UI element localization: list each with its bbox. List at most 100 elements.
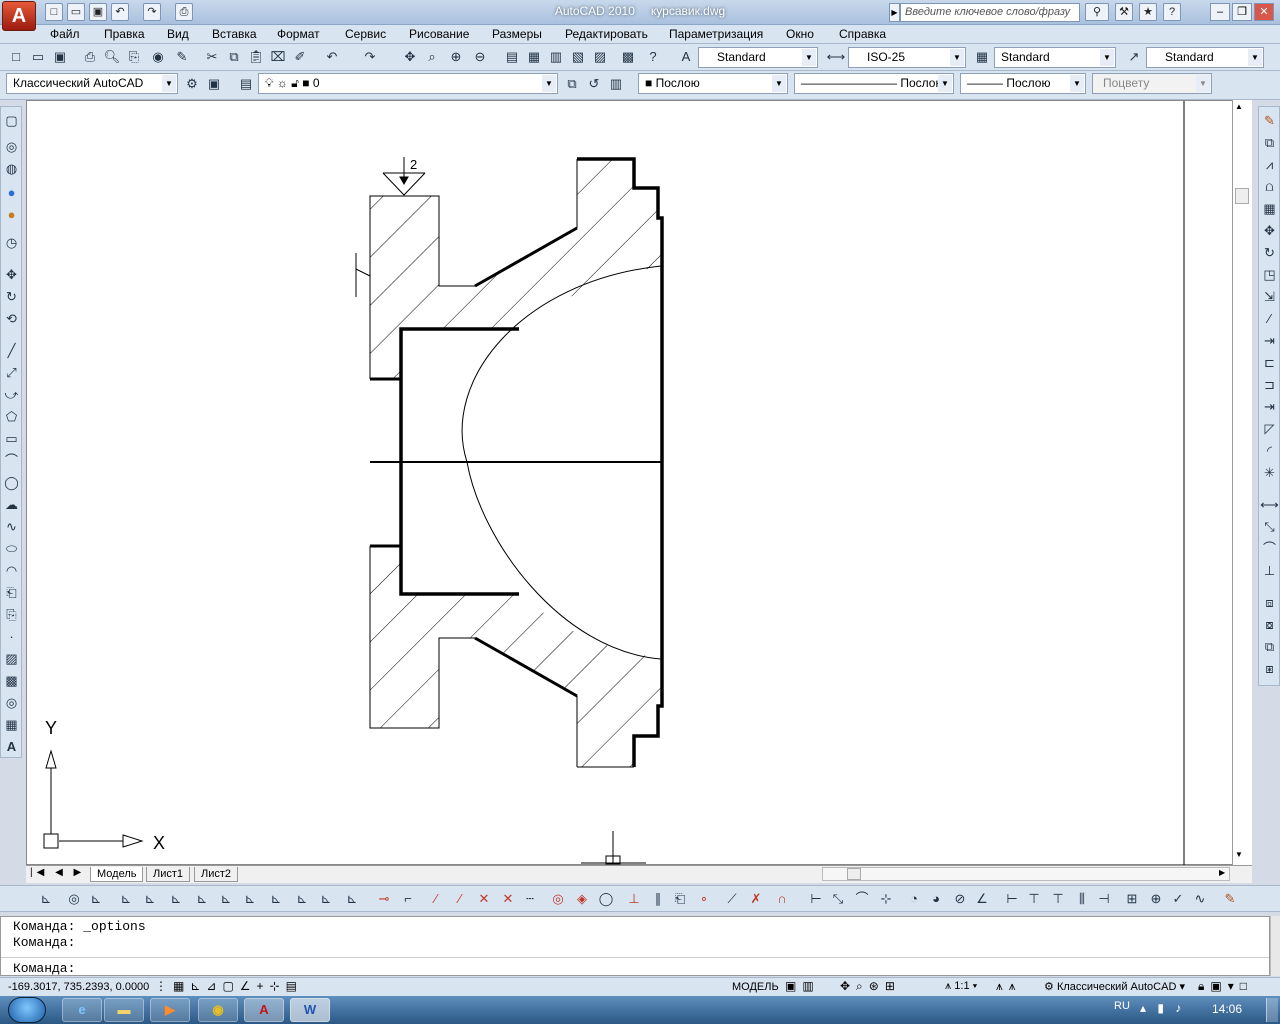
osnap-settings-icon[interactable]: ∩: [772, 889, 792, 909]
ucs-3point-icon[interactable]: ⊾: [192, 889, 212, 909]
dim-arc-length-icon[interactable]: ⌒: [852, 889, 872, 909]
break-at-point-icon[interactable]: ⊏: [1260, 353, 1279, 373]
ucs-view-icon[interactable]: ⊾: [266, 889, 286, 909]
join-icon[interactable]: ⇥: [1260, 397, 1279, 417]
scroll-right-icon[interactable]: ▶: [1219, 868, 1225, 877]
multileader-style-select[interactable]: Standard ▼: [1146, 47, 1264, 68]
scroll-down-icon[interactable]: ▼: [1235, 850, 1243, 859]
multileader-style-icon[interactable]: ↗: [1124, 47, 1144, 67]
table-icon[interactable]: ▦: [2, 715, 21, 735]
snap-parallel-icon[interactable]: ∥: [648, 889, 668, 909]
draworder-front-icon[interactable]: ⧈: [1260, 593, 1279, 613]
shade-sphere-icon[interactable]: ●: [2, 183, 21, 203]
design-center-icon[interactable]: ▦: [524, 47, 544, 67]
menu-dimension[interactable]: Размеры: [492, 27, 542, 41]
spline-icon[interactable]: ∿: [2, 517, 21, 537]
vertical-scrollbar[interactable]: ▲ ▼: [1232, 100, 1252, 865]
dim-style-icon[interactable]: ⟷: [826, 47, 846, 67]
scroll-thumb[interactable]: [1235, 188, 1249, 204]
search-expand-icon[interactable]: ▶: [889, 3, 900, 22]
snap-node-icon[interactable]: ∘: [694, 889, 714, 909]
tab-layout2[interactable]: Лист2: [194, 867, 239, 882]
annotation-visibility-icons[interactable]: ⩚⩚: [996, 979, 1022, 994]
snap-quadrant-icon[interactable]: ◈: [572, 889, 592, 909]
close-button[interactable]: ✕: [1254, 3, 1274, 21]
dim-diameter-icon[interactable]: ⊘: [950, 889, 970, 909]
markup-icon[interactable]: ▨: [590, 47, 610, 67]
hscroll-thumb[interactable]: [847, 868, 861, 880]
ellipse-arc-icon[interactable]: ◠: [2, 561, 21, 581]
zoom-realtime-icon[interactable]: ⌕: [422, 47, 442, 67]
camera-icon[interactable]: ◷: [2, 233, 21, 253]
snap-tangent-icon[interactable]: ◯: [596, 889, 616, 909]
save-icon[interactable]: ▣: [50, 47, 70, 67]
view-icon[interactable]: ◎: [64, 889, 84, 909]
ucs-origin-icon[interactable]: ⊾: [140, 889, 160, 909]
fillet-icon[interactable]: ◜: [1260, 441, 1279, 461]
block-editor-icon[interactable]: ✐: [290, 47, 310, 67]
stretch-icon[interactable]: ⇲: [1260, 287, 1279, 307]
dim-angular-icon[interactable]: ∠: [972, 889, 992, 909]
color-select[interactable]: ■ Послою ▼: [638, 73, 788, 94]
rotate-icon[interactable]: ↻: [1260, 243, 1279, 263]
publish-icon[interactable]: ⎘: [124, 47, 144, 67]
draworder-above-icon[interactable]: ⧉: [1260, 637, 1279, 657]
dim-aligned-icon[interactable]: ⤡: [1260, 517, 1279, 537]
extend-icon[interactable]: ⇥: [1260, 331, 1279, 351]
ucs-object-icon[interactable]: ⊾: [216, 889, 236, 909]
word-taskbar-icon[interactable]: W: [290, 998, 330, 1022]
menu-tools[interactable]: Сервис: [345, 27, 386, 41]
drafting-settings-icons[interactable]: ⋮▦⊾⊿▢∠+⊹▤: [155, 979, 303, 993]
sheet-set-icon[interactable]: ▧: [568, 47, 588, 67]
status-tray-icons[interactable]: 🔒︎▣▾□: [1198, 979, 1253, 994]
table-style-select[interactable]: Standard ▼: [994, 47, 1116, 68]
autocad-taskbar-icon[interactable]: A: [244, 998, 284, 1022]
free-orbit-icon[interactable]: ⟲: [2, 309, 21, 329]
internet-explorer-icon[interactable]: e: [62, 998, 102, 1022]
command-prompt[interactable]: Команда:: [13, 961, 75, 976]
3d-dwf-icon[interactable]: ◉: [148, 47, 168, 67]
menu-view[interactable]: Вид: [167, 27, 189, 41]
ucs-world-icon[interactable]: ⊾: [116, 889, 136, 909]
circle-icon[interactable]: ◯: [2, 473, 21, 493]
menu-file[interactable]: Файл: [50, 27, 80, 41]
clock[interactable]: 14:06: [1212, 1002, 1242, 1016]
move-3d-icon[interactable]: ✥: [2, 265, 21, 285]
draworder-under-icon[interactable]: ⧆: [1260, 659, 1279, 679]
text-style-icon[interactable]: A: [676, 47, 696, 67]
array-icon[interactable]: ▦: [1260, 199, 1279, 219]
workspace-switching[interactable]: ⚙ Классический AutoCAD ▾: [1044, 980, 1185, 993]
menu-modify[interactable]: Редактировать: [565, 27, 648, 41]
snap-insert-icon[interactable]: ⎗: [670, 889, 690, 909]
etransmit-icon[interactable]: ✎: [172, 47, 192, 67]
dim-ordinate-icon[interactable]: ⊹: [876, 889, 896, 909]
ucs-zaxis-icon[interactable]: ⊾: [166, 889, 186, 909]
workspace-settings-icon[interactable]: ⚙: [182, 74, 202, 94]
arc-icon[interactable]: ⌒: [2, 451, 21, 471]
workspace-select[interactable]: Классический AutoCAD ▼: [6, 73, 178, 94]
layer-select[interactable]: 💡︎ ☼ 🔓︎ ■ 0 ▼: [258, 73, 558, 94]
snap-none-icon[interactable]: ✗: [746, 889, 766, 909]
menu-window[interactable]: Окно: [786, 27, 814, 41]
command-scrollbar[interactable]: [1270, 916, 1280, 976]
scale-icon[interactable]: ◳: [1260, 265, 1279, 285]
tool-palettes-icon[interactable]: ▥: [546, 47, 566, 67]
coordinates-display[interactable]: -169.3017, 735.2393, 0.0000: [8, 981, 149, 993]
chrome-icon[interactable]: ◉: [198, 998, 238, 1022]
snap-perpendicular-icon[interactable]: ⊥: [624, 889, 644, 909]
menu-insert[interactable]: Вставка: [212, 27, 257, 41]
show-desktop-button[interactable]: [1266, 998, 1278, 1022]
workspace-save-icon[interactable]: ▣: [204, 74, 224, 94]
make-current-icon[interactable]: ⧉: [562, 74, 582, 94]
torus-icon[interactable]: ◍: [2, 159, 21, 179]
dim-edit-icon[interactable]: ✎: [1220, 889, 1240, 909]
menu-draw[interactable]: Рисование: [409, 27, 469, 41]
paste-icon[interactable]: 📋︎: [246, 47, 266, 67]
application-menu-button[interactable]: A: [2, 1, 36, 31]
insert-block-icon[interactable]: ⎗: [2, 583, 21, 603]
tray-icons[interactable]: ▴ ▮ ♪: [1140, 1001, 1185, 1015]
copy-object-icon[interactable]: ⧉: [1260, 133, 1279, 153]
copy-icon[interactable]: ⧉: [224, 47, 244, 67]
lineweight-select[interactable]: ——— Послою ▼: [960, 73, 1086, 94]
tab-layout1[interactable]: Лист1: [146, 867, 191, 882]
